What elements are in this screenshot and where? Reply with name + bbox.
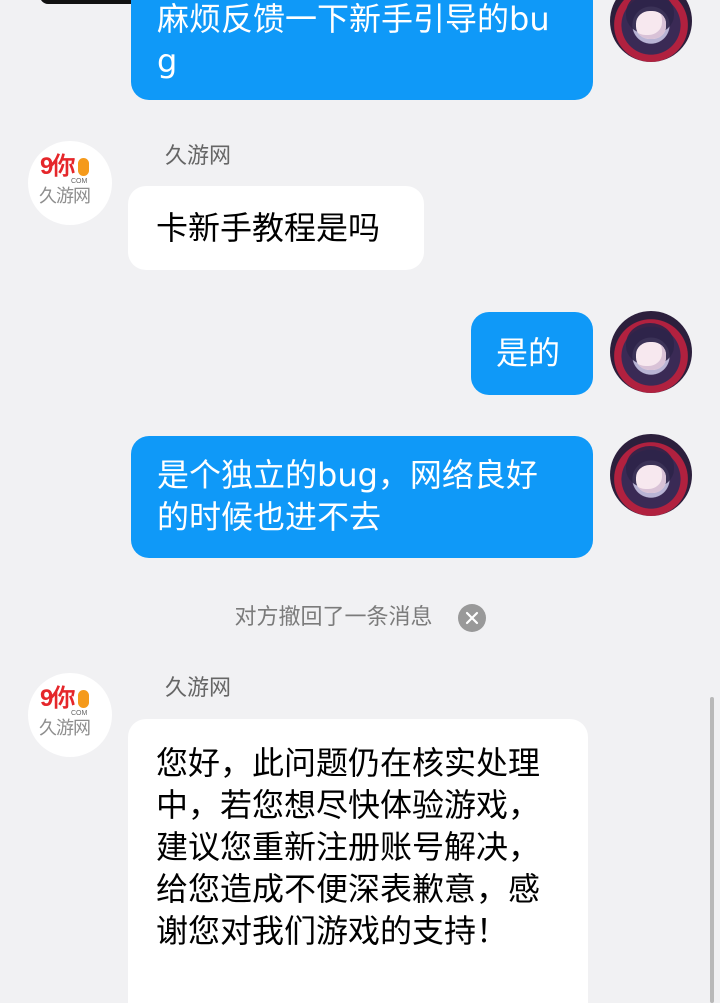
logo-top-text: 9你 — [40, 155, 96, 179]
user-avatar[interactable] — [610, 311, 692, 393]
message-recalled-notice: 对方撤回了一条消息 — [0, 603, 720, 633]
close-icon[interactable] — [457, 604, 486, 632]
message-recalled-text: 对方撤回了一条消息 — [234, 605, 433, 630]
user-avatar[interactable] — [610, 434, 692, 516]
logo-name-text: 久游网 — [39, 186, 91, 207]
service-avatar[interactable]: 9你 COM 久游网 — [28, 673, 112, 757]
sender-name: 久游网 — [165, 676, 232, 701]
service-avatar[interactable]: 9你 COM 久游网 — [28, 141, 112, 225]
message-bubble-incoming[interactable]: 您好，此问题仍在核实处理中，若您想尽快体验游戏，建议您重新注册账号解决，给您造成… — [128, 719, 588, 1003]
message-bubble-incoming[interactable]: 卡新手教程是吗 — [128, 186, 424, 270]
logo-com-text: COM — [71, 710, 88, 717]
logo-name-text: 久游网 — [39, 718, 91, 739]
message-bubble-outgoing[interactable]: 是的 — [471, 312, 593, 395]
logo-top-text: 9你 — [40, 687, 96, 711]
message-bubble-outgoing[interactable]: 麻烦反馈一下新手引导的bug — [131, 0, 593, 100]
sender-name: 久游网 — [165, 144, 232, 169]
scrollbar[interactable] — [710, 697, 714, 1003]
message-bubble-outgoing[interactable]: 是个独立的bug，网络良好的时候也进不去 — [131, 436, 593, 558]
user-avatar[interactable] — [610, 0, 692, 62]
logo-com-text: COM — [71, 178, 88, 185]
